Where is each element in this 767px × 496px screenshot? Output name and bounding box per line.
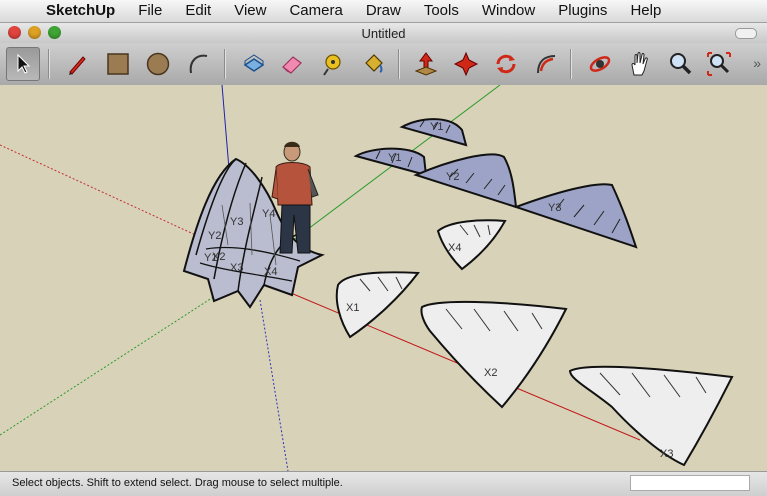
magnifier-icon	[670, 53, 692, 75]
y2-profile-shape[interactable]: Y1	[353, 147, 428, 177]
x1-profile-shape[interactable]: X1	[335, 271, 420, 339]
tent-x4-label: X4	[264, 266, 277, 278]
menu-bar: SketchUp File Edit View Camera Draw Tool…	[0, 0, 767, 23]
arrow-cursor-icon	[17, 53, 31, 74]
model-viewport[interactable]: Y1 Y1 Y2 Y3 X4 X1 X2 X3 Y3 Y4 Y2 Y1 X3 X…	[0, 85, 767, 471]
status-text: Select objects. Shift to extend select. …	[12, 477, 343, 489]
circle-tool-button[interactable]	[141, 47, 175, 81]
menu-file[interactable]: File	[126, 0, 173, 22]
menu-draw[interactable]: Draw	[354, 0, 412, 22]
y3-profile-shape[interactable]: Y2	[413, 153, 518, 209]
arc-icon	[189, 54, 208, 74]
tent-x3-label: X3	[230, 262, 243, 274]
green-axis-dotted	[0, 282, 236, 436]
y1-label: Y1	[430, 121, 443, 133]
toolbar-separator	[224, 49, 226, 79]
y2-label: Y1	[388, 152, 401, 164]
x2-profile-shape[interactable]: X2	[420, 300, 568, 409]
menu-window[interactable]: Window	[470, 0, 546, 22]
x3-profile-shape[interactable]: X3	[568, 365, 734, 467]
measurements-field[interactable]	[630, 475, 750, 491]
close-button[interactable]	[8, 26, 21, 39]
tent-x2-label: X2	[212, 251, 225, 263]
orbit-tool-button[interactable]	[583, 47, 617, 81]
rectangle-icon	[107, 53, 129, 75]
menu-view[interactable]: View	[222, 0, 277, 22]
y3-label: Y2	[446, 171, 459, 183]
rotate-icon	[496, 54, 516, 74]
zoom-button[interactable]	[48, 26, 61, 39]
blue-axis-dotted	[259, 299, 289, 471]
tape-measure-icon	[323, 54, 341, 76]
pencil-tool-button[interactable]	[60, 47, 94, 81]
tent-y4-label: Y4	[262, 208, 275, 220]
follow-me-icon	[537, 55, 556, 74]
move-arrows-icon	[453, 51, 479, 77]
minimize-button[interactable]	[28, 26, 41, 39]
tent-y2-label: Y2	[208, 230, 221, 242]
push-pull-tool-button[interactable]	[237, 47, 271, 81]
toolbar-separator	[398, 49, 400, 79]
y4-label: Y3	[548, 202, 561, 214]
pencil-icon	[69, 56, 86, 75]
eraser-icon	[282, 56, 302, 74]
rectangle-tool-button[interactable]	[101, 47, 135, 81]
window-controls	[8, 26, 61, 39]
window-title: Untitled	[361, 25, 406, 41]
x3-label: X3	[660, 448, 673, 460]
paint-bucket-icon	[365, 54, 383, 73]
scene-canvas: Y1 Y1 Y2 Y3 X4 X1 X2 X3 Y3 Y4 Y2 Y1 X3 X…	[0, 85, 734, 471]
window-titlebar: Untitled	[0, 23, 767, 43]
tape-measure-tool-button[interactable]	[316, 47, 350, 81]
eraser-tool-button[interactable]	[275, 47, 309, 81]
menu-help[interactable]: Help	[618, 0, 672, 22]
menu-plugins[interactable]: Plugins	[546, 0, 618, 22]
menu-camera[interactable]: Camera	[277, 0, 353, 22]
x2-label: X2	[484, 367, 497, 379]
arc-tool-button[interactable]	[181, 47, 215, 81]
toolbar-separator	[48, 49, 50, 79]
main-toolbar: »	[0, 43, 767, 86]
menu-app-name[interactable]: SketchUp	[40, 0, 126, 22]
follow-me-tool-button[interactable]	[529, 47, 563, 81]
move-up-icon	[414, 52, 438, 76]
red-axis-dotted	[0, 144, 201, 238]
x4-profile-shape[interactable]: X4	[436, 219, 507, 271]
status-bar: Select objects. Shift to extend select. …	[0, 471, 767, 496]
select-tool-button[interactable]	[6, 47, 40, 81]
toolbar-separator	[570, 49, 572, 79]
paint-bucket-tool-button[interactable]	[356, 47, 390, 81]
x4-label: X4	[448, 242, 461, 254]
circle-icon	[146, 52, 170, 76]
zoom-tool-button[interactable]	[663, 47, 697, 81]
move-arrows-tool-button[interactable]	[449, 47, 483, 81]
hand-icon	[631, 52, 648, 76]
menu-tools[interactable]: Tools	[412, 0, 470, 22]
zoom-extents-icon	[707, 52, 731, 76]
y1-profile-shape[interactable]: Y1	[399, 118, 468, 147]
push-pull-icon	[243, 54, 265, 72]
move-tool-button[interactable]	[409, 47, 443, 81]
pan-tool-button[interactable]	[623, 47, 657, 81]
rotate-tool-button[interactable]	[489, 47, 523, 81]
toolbar-toggle-button[interactable]	[735, 28, 757, 39]
zoom-extents-tool-button[interactable]	[702, 47, 736, 81]
menu-edit[interactable]: Edit	[173, 0, 222, 22]
y4-profile-shape[interactable]: Y3	[512, 183, 638, 249]
orbit-icon	[589, 56, 611, 72]
x1-label: X1	[346, 302, 359, 314]
tent-y3-label: Y3	[230, 216, 243, 228]
toolbar-overflow-chevron-icon[interactable]: »	[753, 55, 761, 71]
